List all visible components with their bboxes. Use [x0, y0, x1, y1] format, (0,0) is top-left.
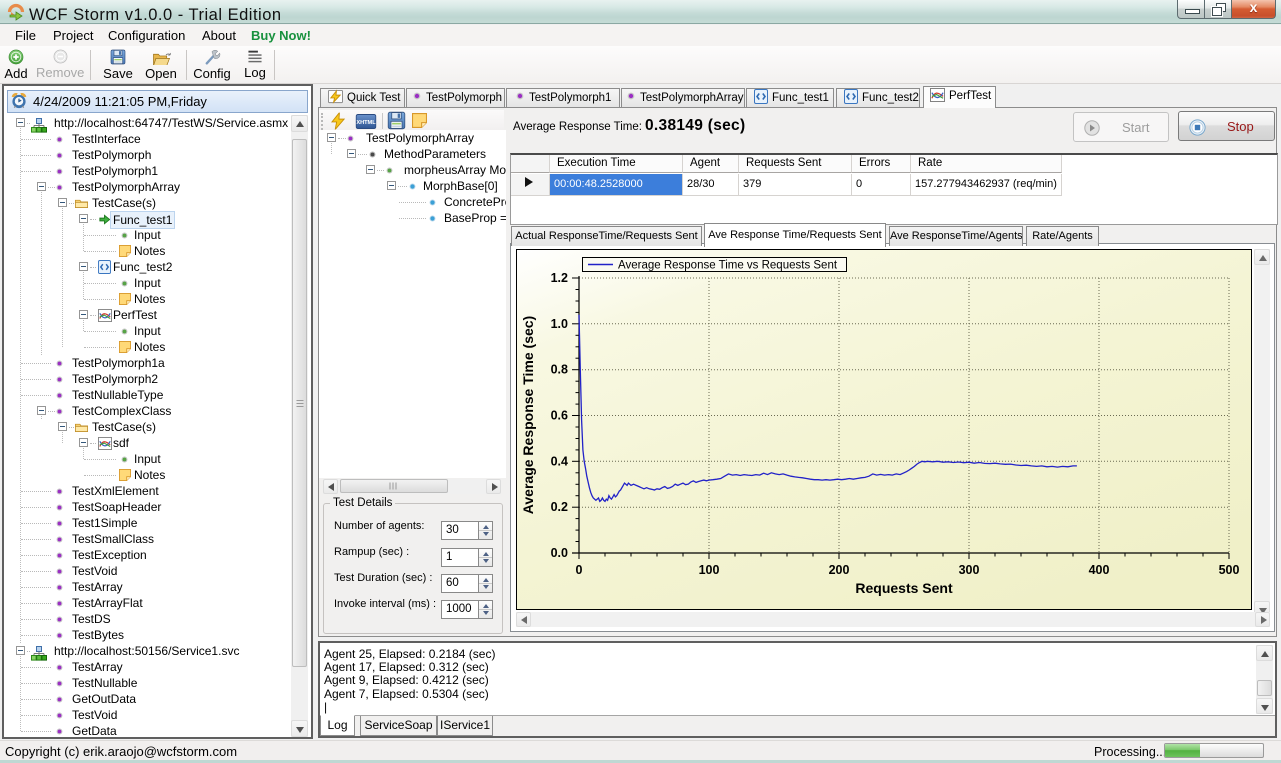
svg-text:Requests Sent: Requests Sent	[855, 580, 953, 596]
svg-text:Average Response Time (sec): Average Response Time (sec)	[520, 316, 536, 514]
svg-text:300: 300	[959, 563, 980, 577]
svg-text:200: 200	[829, 563, 850, 577]
svg-text:Average Response Time vs Reque: Average Response Time vs Requests Sent	[618, 260, 838, 272]
svg-text:0: 0	[576, 563, 583, 577]
svg-text:0.8: 0.8	[551, 363, 568, 377]
svg-text:0.0: 0.0	[551, 546, 568, 560]
svg-text:400: 400	[1089, 563, 1110, 577]
svg-text:500: 500	[1219, 563, 1240, 577]
svg-text:1.0: 1.0	[551, 317, 568, 331]
svg-text:1.2: 1.2	[551, 271, 568, 285]
svg-text:0.6: 0.6	[551, 409, 568, 423]
svg-text:0.2: 0.2	[551, 500, 568, 514]
svg-text:0.4: 0.4	[551, 454, 568, 468]
svg-text:100: 100	[699, 563, 720, 577]
